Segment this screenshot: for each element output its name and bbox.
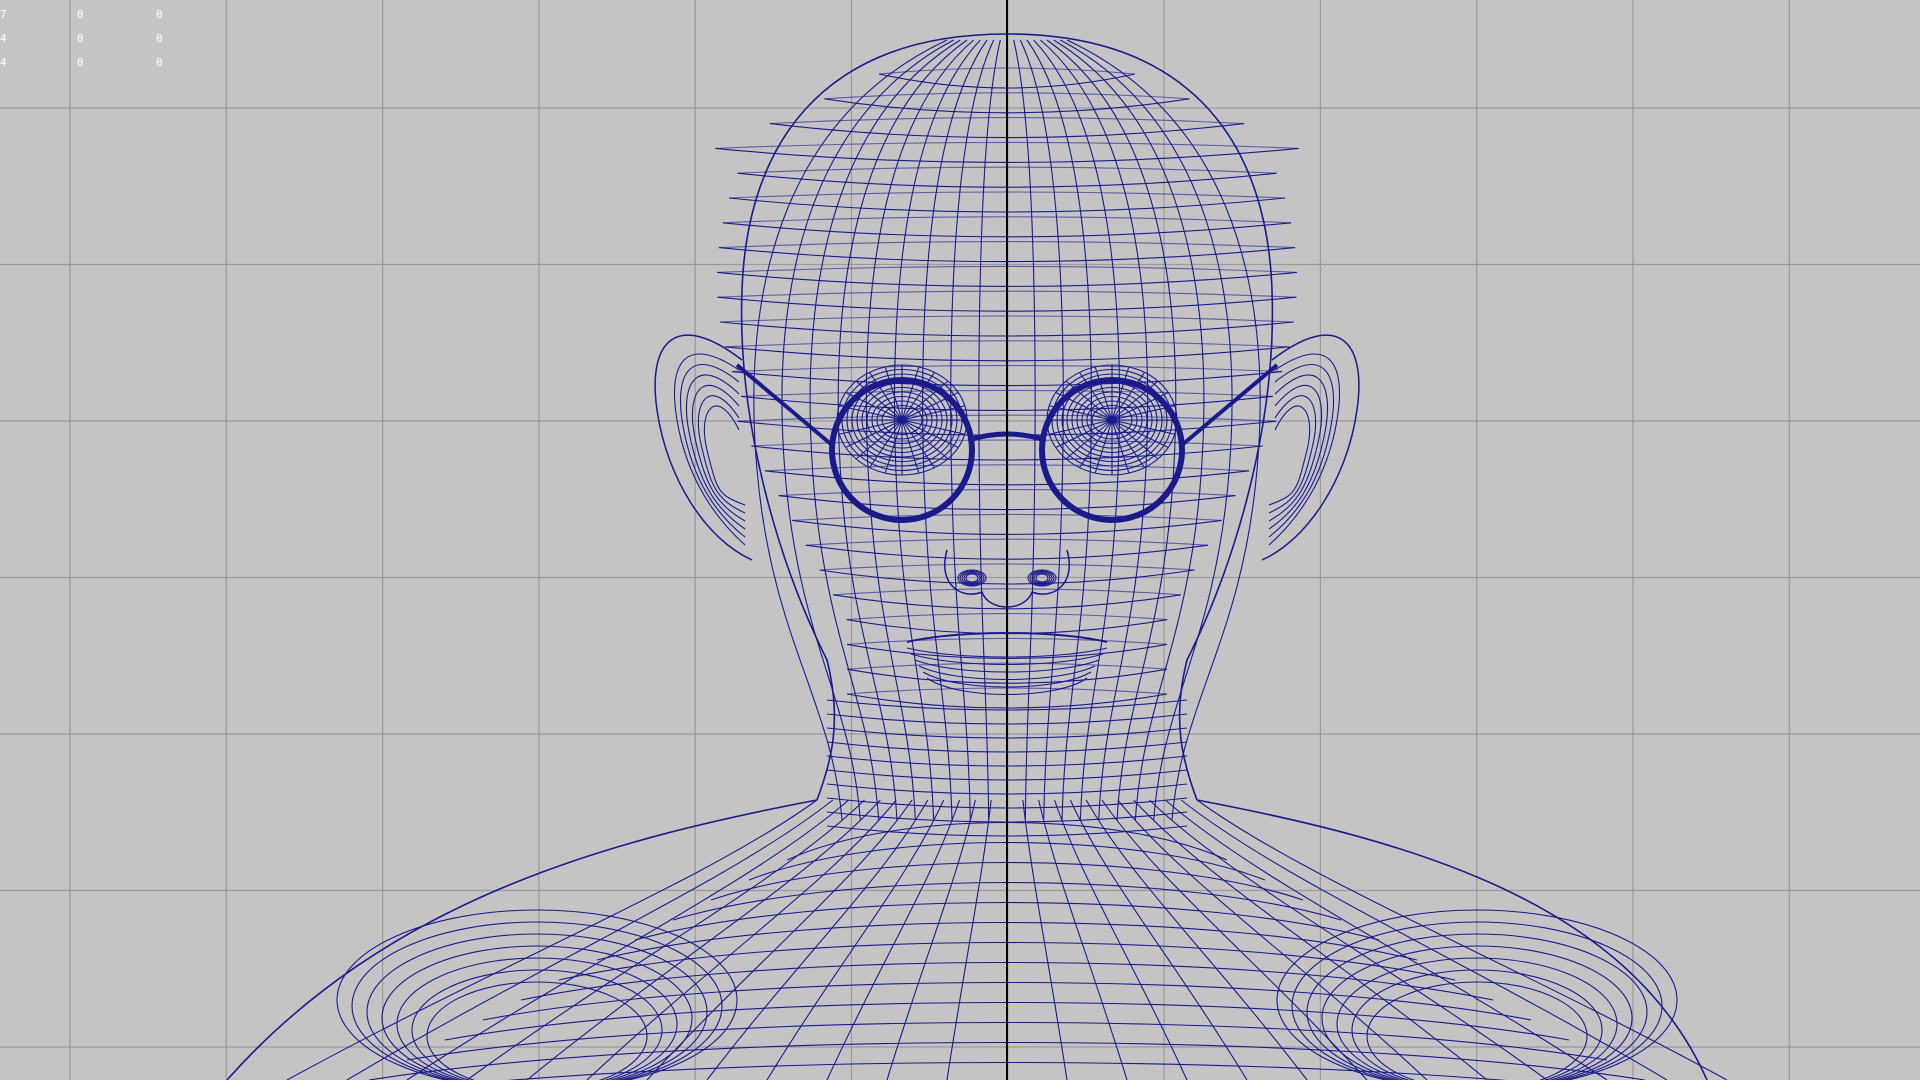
hud-row: 7 0 0: [0, 3, 200, 27]
hud-value: 4: [0, 56, 7, 69]
hud-row: 4 0 0: [0, 27, 200, 51]
hud-value: 0: [77, 8, 84, 21]
hud-value: 7: [0, 8, 7, 21]
hud-value: 0: [156, 32, 163, 45]
viewport-canvas[interactable]: [0, 0, 1920, 1080]
hud-value: 0: [156, 56, 163, 69]
heads-up-display: 7 0 0 4 0 0 4 0 0: [0, 3, 200, 75]
hud-value: 4: [0, 32, 7, 45]
hud-value: 0: [77, 56, 84, 69]
hud-row: 4 0 0: [0, 51, 200, 75]
hud-value: 0: [77, 32, 84, 45]
modeling-viewport[interactable]: 7 0 0 4 0 0 4 0 0: [0, 0, 1920, 1080]
hud-value: 0: [156, 8, 163, 21]
